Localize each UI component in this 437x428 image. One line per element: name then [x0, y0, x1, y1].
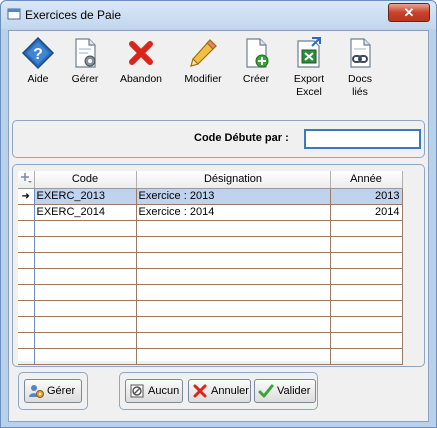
- empty-row: [18, 236, 403, 253]
- client-area: ? Aide Gérer Abandon Modifier Créer Expo…: [8, 30, 429, 422]
- close-button[interactable]: ✕: [388, 3, 430, 22]
- valider-label: Valider: [277, 385, 311, 397]
- cell-code[interactable]: EXERC_2014: [34, 204, 137, 221]
- creer-label: Créer: [242, 73, 270, 85]
- abandon-label: Abandon: [119, 73, 163, 85]
- empty-row: [18, 252, 403, 269]
- table-row[interactable]: ➜ EXERC_2013 Exercice : 2013 2013: [18, 188, 403, 205]
- docs-lies-button[interactable]: Docs liés: [332, 36, 388, 99]
- grid-panel: Code Désignation Année ➜ EXERC_2013 Exer…: [12, 164, 425, 367]
- window: Exercices de Paie ✕ ? Aide Gérer Abandon…: [0, 0, 437, 428]
- annuler-label: Annuler: [211, 385, 249, 397]
- window-icon: [7, 8, 21, 20]
- table-row[interactable]: EXERC_2014 Exercice : 2014 2014: [18, 204, 403, 221]
- checkmark-icon: [258, 384, 274, 398]
- column-header-designation[interactable]: Désignation: [136, 171, 331, 189]
- cell-annee[interactable]: 2014: [330, 204, 403, 221]
- window-title: Exercices de Paie: [25, 8, 122, 22]
- export-excel-label: Export Excel: [293, 73, 325, 98]
- exercices-table: Code Désignation Année ➜ EXERC_2013 Exer…: [18, 171, 403, 365]
- creer-button[interactable]: Créer: [228, 36, 284, 86]
- aucun-label: Aucun: [148, 385, 180, 397]
- red-x-icon: [129, 41, 153, 65]
- gerer-button[interactable]: Gérer: [57, 36, 113, 86]
- abandon-button[interactable]: Abandon: [113, 36, 169, 86]
- action-button-group: Aucun Annuler Valider: [119, 372, 318, 410]
- title-bar: Exercices de Paie ✕: [1, 1, 436, 29]
- annuler-button[interactable]: Annuler: [188, 379, 251, 403]
- empty-row: [18, 316, 403, 333]
- cancel-x-icon: [193, 384, 207, 398]
- valider-button[interactable]: Valider: [254, 379, 316, 403]
- modifier-button[interactable]: Modifier: [175, 36, 231, 86]
- gerer-bottom-label: Gérer: [47, 385, 76, 397]
- docs-lies-label: Docs liés: [348, 73, 372, 98]
- no-selection-icon: [130, 384, 144, 398]
- svg-text:?: ?: [33, 46, 43, 63]
- cell-annee[interactable]: 2013: [330, 188, 403, 205]
- column-options-header[interactable]: [18, 171, 35, 189]
- pencil-icon: [190, 39, 217, 67]
- cell-designation[interactable]: Exercice : 2013: [136, 188, 331, 205]
- row-indicator-icon: ➜: [18, 188, 35, 205]
- gerer-button-group: Gérer: [18, 372, 88, 410]
- code-filter-label: Code Débute par :: [194, 132, 289, 144]
- empty-row: [18, 348, 403, 365]
- cell-designation[interactable]: Exercice : 2014: [136, 204, 331, 221]
- aucun-button[interactable]: Aucun: [125, 379, 183, 403]
- excel-export-icon: [297, 37, 321, 68]
- document-gear-icon: [75, 38, 96, 68]
- empty-row: [18, 268, 403, 285]
- column-header-annee[interactable]: Année: [330, 171, 403, 189]
- document-link-icon: [350, 38, 371, 68]
- empty-row: [18, 220, 403, 237]
- export-excel-button[interactable]: Export Excel: [281, 36, 337, 99]
- row-indicator: [18, 204, 35, 221]
- empty-row: [18, 332, 403, 349]
- help-diamond-icon: ?: [21, 36, 55, 70]
- code-filter-input[interactable]: [304, 129, 421, 149]
- gerer-label: Gérer: [71, 73, 99, 85]
- gerer-bottom-button[interactable]: Gérer: [24, 379, 82, 403]
- users-gear-icon: [29, 385, 44, 398]
- exercices-grid: Code Désignation Année ➜ EXERC_2013 Exer…: [18, 171, 403, 365]
- empty-row: [18, 300, 403, 317]
- table-header-row: Code Désignation Année: [18, 171, 403, 189]
- toolbar: ? Aide Gérer Abandon Modifier Créer Expo…: [9, 31, 428, 109]
- filter-panel: Code Débute par :: [12, 120, 425, 158]
- empty-row: [18, 284, 403, 301]
- column-options-icon: [20, 172, 32, 183]
- column-header-code[interactable]: Code: [34, 171, 137, 189]
- cell-code[interactable]: EXERC_2013: [34, 188, 137, 205]
- modifier-label: Modifier: [184, 73, 222, 85]
- document-add-icon: [246, 38, 269, 68]
